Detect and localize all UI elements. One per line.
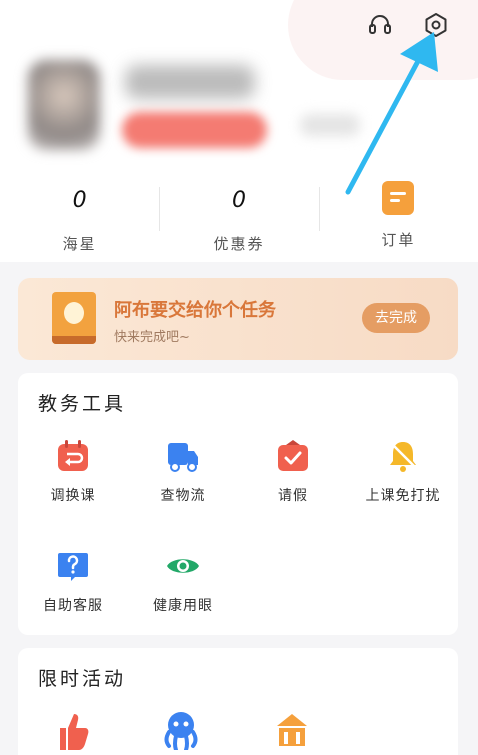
building-icon[interactable] [275,710,309,750]
tool-logistics[interactable]: 查物流 [128,439,238,505]
octopus-icon[interactable] [164,710,198,752]
tool-eye-health[interactable]: 健康用眼 [128,549,238,615]
username-blurred [125,65,255,99]
tool-self-service[interactable]: 自助客服 [18,549,128,615]
tool-swap-class[interactable]: 调换课 [18,439,128,505]
task-banner[interactable]: 阿布要交给你个任务 快来完成吧~ 去完成 [18,278,458,360]
lightbulb-book-icon [52,292,96,344]
profile-header: 0 海星 0 优惠券 订单 [0,0,478,262]
delivery-truck-icon [166,439,200,473]
stat-label: 优惠券 [213,235,265,253]
tool-label: 调换课 [50,488,96,504]
thumbs-up-icon[interactable] [56,710,90,750]
watermark: Bai 经验 [362,704,421,722]
task-title: 阿布要交给你个任务 [114,300,276,321]
tool-leave[interactable]: 请假 [238,439,348,505]
order-icon [382,181,415,215]
tool-label: 自助客服 [43,598,103,614]
avatar[interactable] [28,60,100,150]
member-badge-blurred[interactable] [122,112,267,148]
leave-request-icon [276,439,310,473]
tool-do-not-disturb[interactable]: 上课免打扰 [348,439,458,505]
help-icon [56,549,90,583]
stat-value: 0 [72,188,87,213]
bell-mute-icon [386,439,420,473]
tool-label: 健康用眼 [153,598,213,614]
swap-class-icon [56,439,90,473]
stat-label: 海星 [62,235,97,253]
stat-orders[interactable]: 订单 [318,175,478,255]
section-title: 教务工具 [38,393,127,415]
stat-value: 0 [231,188,246,213]
stat-label: 订单 [381,231,416,249]
eye-icon [166,549,200,583]
stats-row: 0 海星 0 优惠券 订单 [0,175,478,255]
tool-label: 查物流 [160,488,206,504]
academic-tools-card: 教务工具 调换课 查物流 请假 上课免打扰 自助客服 健康用眼 [18,373,458,635]
task-subtitle: 快来完成吧~ [114,330,190,345]
tool-label: 请假 [278,488,308,504]
stat-starfish[interactable]: 0 海星 [0,175,159,255]
section-title: 限时活动 [38,668,127,690]
task-complete-button[interactable]: 去完成 [362,303,430,333]
stat-coupons[interactable]: 0 优惠券 [159,175,318,255]
tool-label: 上课免打扰 [365,488,441,504]
